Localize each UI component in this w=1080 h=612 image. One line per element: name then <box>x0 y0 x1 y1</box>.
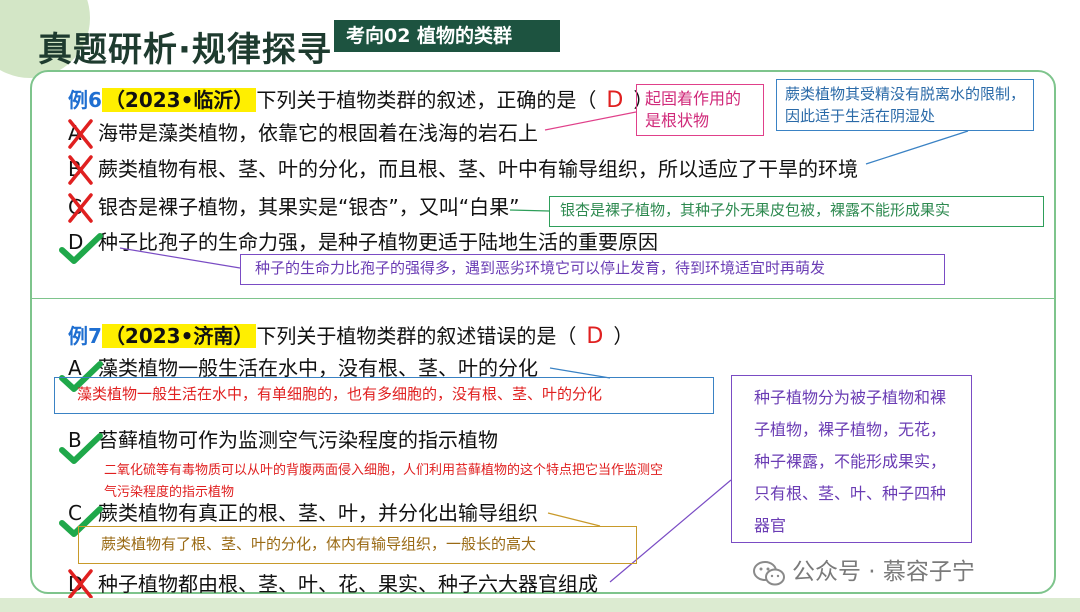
note-q7-b: 二氧化硫等有毒物质可以从叶的背腹两面侵入细胞，人们利用苔藓植物的这个特点把它当作… <box>104 463 664 500</box>
watermark: 公众号 · 慕容子宁 <box>752 552 975 587</box>
note-q6-a: 起固着作用的是根状物 <box>636 84 764 136</box>
check-mark-icon <box>59 233 103 264</box>
cross-mark-icon <box>68 119 93 149</box>
cross-mark-icon <box>68 569 93 599</box>
bottom-decorative-bar <box>0 598 1080 612</box>
cross-mark-icon <box>68 193 93 223</box>
wechat-icon <box>753 560 785 585</box>
cross-mark-icon <box>68 155 93 185</box>
note-q6-c: 银杏是裸子植物，其种子外无果皮包被，裸露不能形成果实 <box>549 196 1044 227</box>
note-q6-d: 种子的生命力比孢子的强得多，遇到恶劣环境它可以停止发育，待到环境适宜时再萌发 <box>240 254 945 285</box>
note-q7-a: 藻类植物一般生活在水中，有单细胞的，也有多细胞的，没有根、茎、叶的分化 <box>54 377 714 414</box>
watermark-text: 公众号 · 慕容子宁 <box>792 559 975 585</box>
check-mark-icon <box>59 433 103 464</box>
note-q7-c: 蕨类植物有了根、茎、叶的分化，体内有输导组织，一般长的高大 <box>78 526 637 564</box>
note-q7-d: 种子植物分为被子植物和裸子植物，裸子植物，无花，种子裸露，不能形成果实，只有根、… <box>731 375 972 543</box>
note-q6-b: 蕨类植物其受精没有脱离水的限制，因此适于生活在阴湿处 <box>776 79 1034 131</box>
